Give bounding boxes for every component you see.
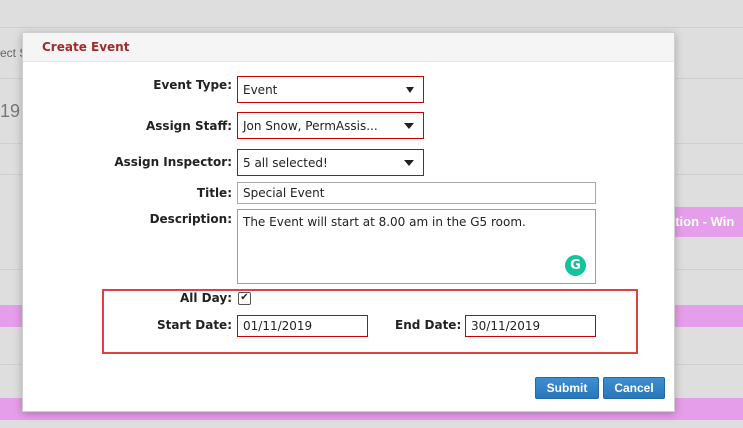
checkmark-icon: ✔ <box>240 292 249 303</box>
end-date-value: 30/11/2019 <box>471 319 541 333</box>
event-type-label: Event Type: <box>153 78 232 92</box>
start-date-input[interactable]: 01/11/2019 <box>237 315 368 337</box>
assign-inspector-select[interactable]: 5 all selected! <box>237 149 424 176</box>
bg-partial-number: 19 <box>0 101 21 121</box>
dialog-title: Create Event <box>42 40 130 54</box>
grammarly-icon[interactable]: G <box>565 255 586 276</box>
end-date-input[interactable]: 30/11/2019 <box>465 315 596 337</box>
create-event-dialog: Create Event Event Type: Event Assign St… <box>22 32 675 412</box>
assign-staff-select[interactable]: Jon Snow, PermAssis... <box>237 112 424 139</box>
dialog-header: Create Event <box>23 33 674 62</box>
event-type-select[interactable]: Event <box>237 76 424 103</box>
assign-staff-value: Jon Snow, PermAssis... <box>243 118 378 133</box>
chevron-down-icon <box>404 159 414 166</box>
all-day-checkbox[interactable]: ✔ <box>238 292 251 305</box>
bg-band-text: ation - Win <box>668 214 735 229</box>
title-label: Title: <box>196 186 232 200</box>
start-date-value: 01/11/2019 <box>243 319 313 333</box>
title-value: Special Event <box>243 186 325 200</box>
bg-divider <box>0 27 743 28</box>
assign-inspector-label: Assign Inspector: <box>114 155 232 169</box>
description-value: The Event will start at 8.00 am in the G… <box>243 215 526 229</box>
description-label: Description: <box>149 212 232 226</box>
description-textarea[interactable]: The Event will start at 8.00 am in the G… <box>237 209 596 284</box>
chevron-down-icon <box>406 86 414 93</box>
event-type-value: Event <box>243 82 278 97</box>
title-input[interactable]: Special Event <box>237 182 596 204</box>
chevron-down-icon <box>404 122 414 129</box>
submit-button[interactable]: Submit <box>535 377 599 399</box>
assign-inspector-value: 5 all selected! <box>243 155 328 170</box>
assign-staff-label: Assign Staff: <box>146 119 232 133</box>
all-day-label: All Day: <box>179 291 232 305</box>
start-date-label: Start Date: <box>156 318 232 332</box>
cancel-button[interactable]: Cancel <box>603 377 665 399</box>
end-date-label: End Date: <box>395 318 462 332</box>
